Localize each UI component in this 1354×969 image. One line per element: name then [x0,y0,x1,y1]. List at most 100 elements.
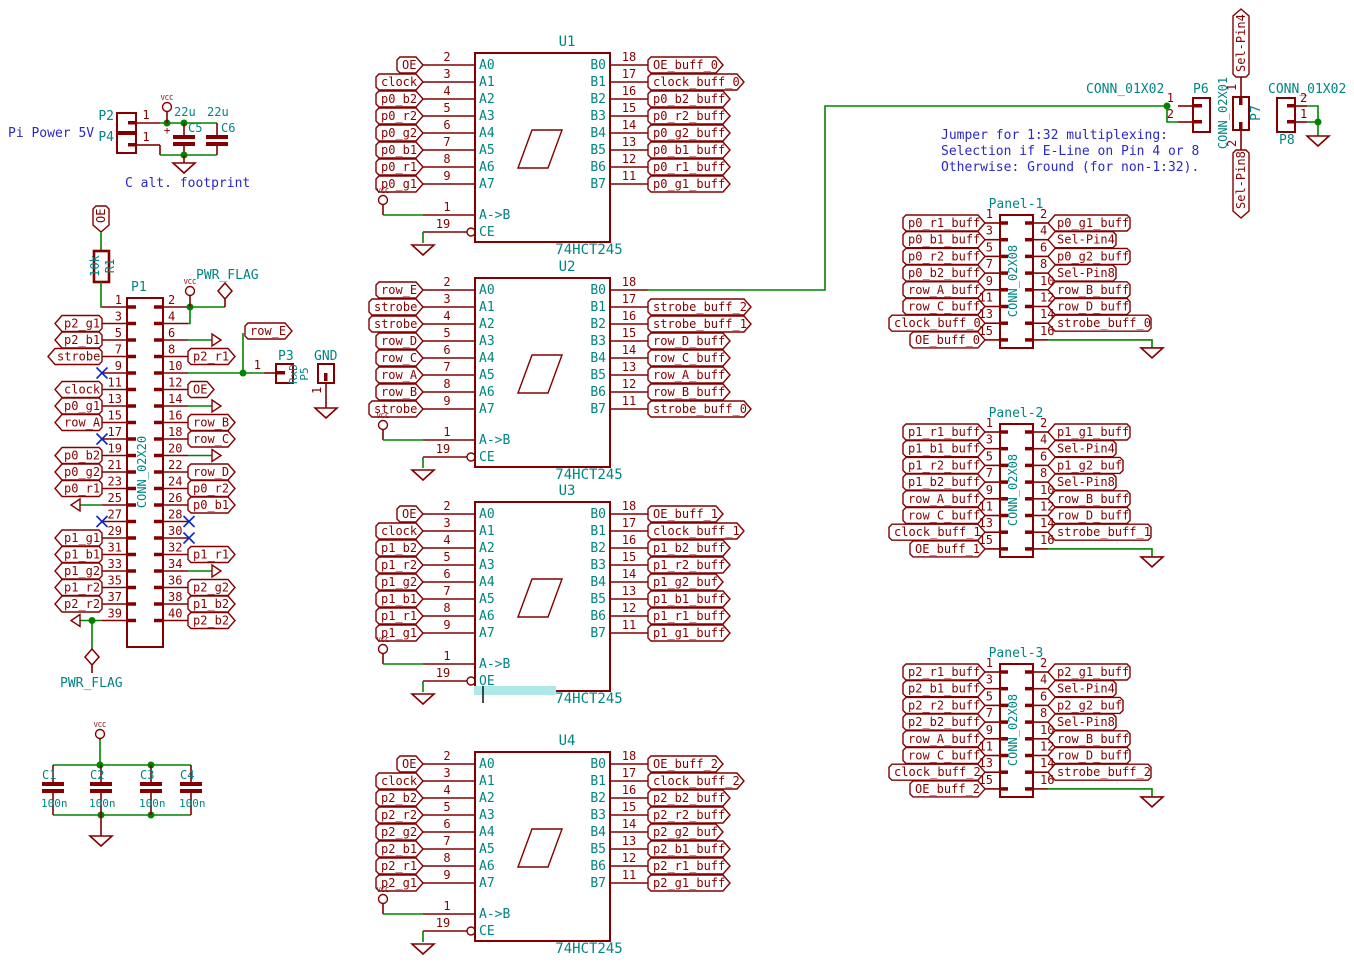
net-label[interactable]: clock_buff_1 [889,524,985,540]
net-label[interactable]: p0_g2 [55,464,102,480]
net-label[interactable]: p0_b2_buff [903,265,985,281]
net-label[interactable]: p0_g1_buff [1048,215,1130,231]
net-label[interactable]: clock_buff_2 [648,773,744,789]
net-label[interactable]: clock [376,74,423,90]
net-label[interactable]: OE_buff_2 [648,756,723,772]
net-label[interactable]: p1_r2 [376,557,423,573]
net-label[interactable]: p2_r1_buff [903,664,985,680]
net-label[interactable]: p2_r2_buff [903,697,985,713]
net-label[interactable]: p2_b1 [55,332,102,348]
net-label[interactable]: p2_r1 [188,349,235,365]
connector-P6[interactable] [1193,98,1210,132]
net-label[interactable]: OE [188,382,214,398]
net-label[interactable]: p0_b2_buff [648,91,730,107]
net-label[interactable]: p2_g2_buf [648,824,723,840]
net-label[interactable]: p1_g1 [55,530,102,546]
net-label[interactable]: p2_b1 [376,841,423,857]
net-label[interactable]: p2_g1_buff [648,875,730,891]
net-label[interactable]: p0_r2 [376,108,423,124]
net-label[interactable]: OE_buff_0 [648,57,723,73]
net-label[interactable]: p1_r1 [376,608,423,624]
net-label[interactable]: p1_r2 [55,580,102,596]
net-label[interactable]: row_A [376,367,423,383]
net-label[interactable]: row_A_buff [903,282,985,298]
net-label[interactable]: Sel-Pin4 [1048,681,1116,697]
net-label[interactable]: row_B_buff [1048,282,1130,298]
net-label[interactable]: p1_r1_buff [648,608,730,624]
connector-P8[interactable] [1277,98,1295,132]
net-label[interactable]: row_D_buff [1048,508,1130,524]
net-label[interactable]: p0_r1 [376,159,423,175]
net-label[interactable]: p2_g2 [188,580,235,596]
net-label[interactable]: p2_r1_buff [648,858,730,874]
net-label[interactable]: clock [376,523,423,539]
net-label[interactable]: p1_r1_buff [903,424,985,440]
net-label[interactable]: p0_r2_buff [903,248,985,264]
net-label[interactable]: OE_buff_1 [910,541,985,557]
net-label[interactable]: p1_b1 [55,547,102,563]
net-label[interactable]: p2_b1_buff [648,841,730,857]
net-label[interactable]: strobe_buff_0 [1048,315,1151,331]
net-label[interactable]: strobe_buff_1 [648,316,751,332]
net-label[interactable]: OE [93,206,109,232]
net-label[interactable]: p1_g2_buf [648,574,723,590]
net-label[interactable]: p2_g1_buff [1048,664,1130,680]
net-label[interactable]: p2_r2_buff [648,807,730,823]
net-label[interactable]: p0_b2 [376,91,423,107]
net-label[interactable]: row_D [188,464,235,480]
net-label[interactable]: row_D_buff [1048,748,1130,764]
net-label[interactable]: OE_buff_0 [910,332,985,348]
net-label[interactable]: row_E [376,282,423,298]
net-label[interactable]: p0_b1 [376,142,423,158]
net-label[interactable]: p2_r2 [55,596,102,612]
net-label[interactable]: row_D [376,333,423,349]
net-label[interactable]: row_C [188,431,235,447]
net-label[interactable]: row_C [376,350,423,366]
net-label[interactable]: strobe_buff_2 [648,299,751,315]
net-label[interactable]: p0_b1_buff [648,142,730,158]
net-label[interactable]: strobe [369,299,423,315]
net-label[interactable]: strobe_buff_2 [1048,764,1151,780]
net-label[interactable]: p2_g2 [376,824,423,840]
net-label[interactable]: p1_g1_buff [1048,424,1130,440]
net-label[interactable]: clock [55,382,102,398]
net-label[interactable]: p2_b2_buff [648,790,730,806]
net-label[interactable]: p0_r1 [55,481,102,497]
net-label[interactable]: p1_b2 [376,540,423,556]
net-label[interactable]: p0_r1_buff [648,159,730,175]
net-label[interactable]: p1_b2_buff [903,474,985,490]
net-label[interactable]: p1_r1 [188,547,235,563]
net-label[interactable]: p1_r2_buff [903,457,985,473]
net-label[interactable]: p1_b1 [376,591,423,607]
net-label[interactable]: row_B_buff [1048,491,1130,507]
net-label[interactable]: p1_b1_buff [648,591,730,607]
net-label[interactable]: strobe [369,316,423,332]
net-label[interactable]: row_B_buff [1048,731,1130,747]
net-label[interactable]: row_C_buff [903,508,985,524]
net-label[interactable]: p0_r1_buff [903,215,985,231]
net-label[interactable]: p1_r2_buff [648,557,730,573]
net-label[interactable]: Sel-Pin4 [1233,9,1249,77]
net-label[interactable]: p2_b2 [376,790,423,806]
net-label[interactable]: p1_g2 [55,563,102,579]
net-label[interactable]: row_D_buff [1048,299,1130,315]
net-label[interactable]: row_B_buff [648,384,730,400]
net-label[interactable]: clock_buff_1 [648,523,744,539]
net-label[interactable]: p2_g1 [55,316,102,332]
net-label[interactable]: row_B [188,415,235,431]
net-label[interactable]: clock_buff_2 [889,764,985,780]
net-label[interactable]: p0_r2_buff [648,108,730,124]
net-label[interactable]: OE [397,57,423,73]
net-label[interactable]: p0_g1 [55,398,102,414]
net-label[interactable]: p2_r1 [376,858,423,874]
net-label[interactable]: p2_b2 [188,613,235,629]
net-label[interactable]: p2_g2_buf [1048,697,1123,713]
net-label[interactable]: Sel-Pin4 [1048,232,1116,248]
net-label[interactable]: row_C_buff [903,748,985,764]
net-label[interactable]: p0_g2 [376,125,423,141]
net-label[interactable]: OE [397,506,423,522]
net-label[interactable]: row_C_buff [648,350,730,366]
net-label[interactable]: row_A [55,415,102,431]
net-label[interactable]: p0_r2 [188,481,235,497]
net-label[interactable]: p0_g2_buff [1048,248,1130,264]
